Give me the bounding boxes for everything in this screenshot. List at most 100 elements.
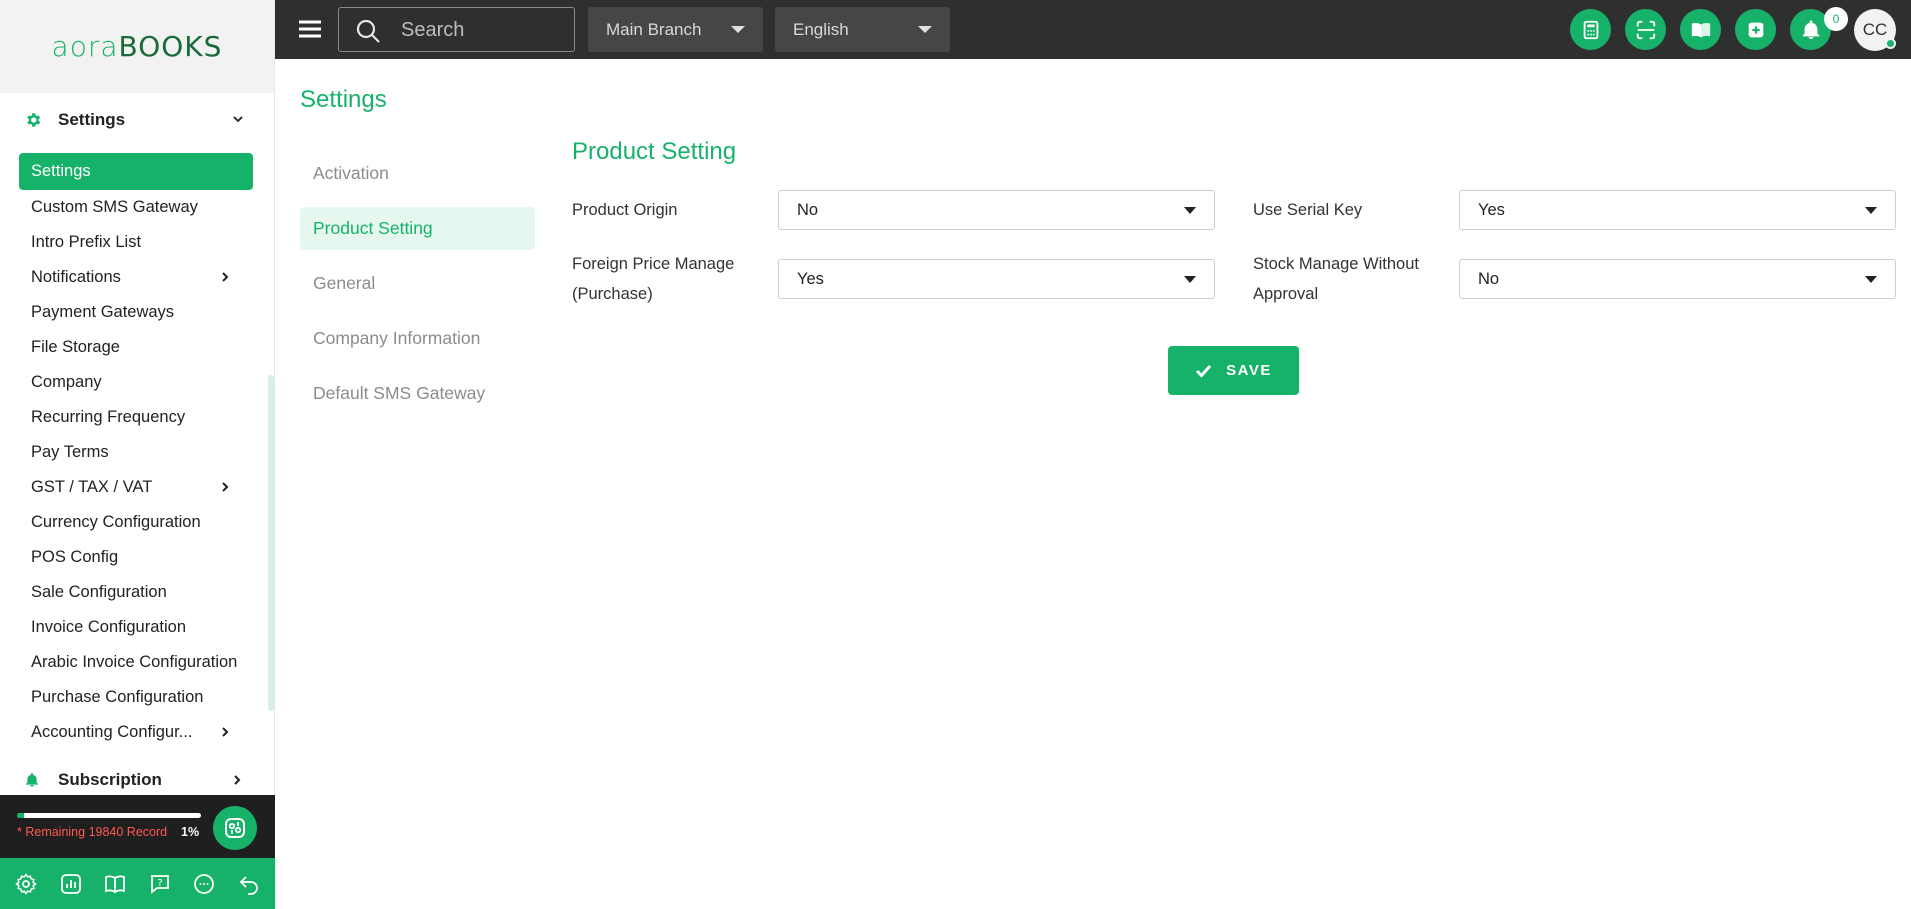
subnav-item-general[interactable]: General	[300, 262, 535, 305]
foreign-price-manage-select[interactable]: Yes	[778, 259, 1215, 299]
usage-progress-bar	[17, 813, 201, 818]
upgrade-button[interactable]	[213, 806, 257, 850]
layers-icon	[225, 818, 245, 838]
sidebar-item-intro-prefix-list[interactable]: Intro Prefix List	[19, 225, 253, 260]
sidebar-item-label: Purchase Configuration	[31, 688, 204, 706]
logo-text-part1: aora	[51, 30, 119, 63]
sidebar-item-label: Invoice Configuration	[31, 618, 187, 636]
sidebar-item-company[interactable]: Company	[19, 365, 253, 400]
book-icon[interactable]	[103, 872, 127, 896]
sidebar-item-pay-terms[interactable]: Pay Terms	[19, 435, 253, 470]
sidebar-item-label: Intro Prefix List	[31, 233, 142, 251]
bell-icon	[26, 773, 38, 787]
foreign-price-manage-value: Yes	[797, 270, 824, 288]
search-icon	[356, 19, 380, 43]
gear-icon	[27, 113, 41, 127]
stock-manage-value: No	[1478, 270, 1500, 288]
avatar[interactable]: CC	[1854, 9, 1896, 51]
sidebar-item-notifications[interactable]: Notifications	[19, 260, 253, 295]
label-line: Stock Manage Without	[1253, 255, 1419, 273]
product-origin-label: Product Origin	[572, 201, 678, 219]
branch-select-value: Main Branch	[606, 20, 702, 39]
sidebar-item-file-storage[interactable]: File Storage	[19, 330, 253, 365]
branch-select[interactable]: Main Branch	[588, 7, 763, 52]
subnav-item-company-information[interactable]: Company Information	[300, 317, 535, 360]
chevron-right-icon	[234, 775, 241, 785]
use-serial-key-label: Use Serial Key	[1253, 201, 1363, 219]
product-origin-select[interactable]: No	[778, 190, 1215, 230]
caret-down-icon	[918, 26, 932, 33]
settings-menu: Settings Custom SMS Gateway Intro Prefix…	[19, 153, 253, 750]
sidebar-item-settings[interactable]: Settings	[19, 153, 253, 190]
sidebar-item-label: POS Config	[31, 548, 119, 566]
sidebar-item-label: Arabic Invoice Configuration	[31, 653, 238, 671]
subscription-section-header[interactable]: Subscription	[0, 761, 275, 799]
sidebar-item-currency-configuration[interactable]: Currency Configuration	[19, 505, 253, 540]
sidebar-item-label: GST / TAX / VAT	[31, 478, 153, 496]
settings-subnav: Activation Product Setting General Compa…	[300, 152, 535, 427]
sidebar-item-label: File Storage	[31, 338, 120, 356]
usage-percent: 1%	[181, 825, 200, 839]
back-icon[interactable]	[237, 872, 261, 896]
sidebar-item-payment-gateways[interactable]: Payment Gateways	[19, 295, 253, 330]
calculator-icon	[1583, 20, 1598, 39]
sidebar-item-gst-tax-vat[interactable]: GST / TAX / VAT	[19, 470, 253, 505]
sidebar-item-label: Accounting Configur...	[31, 723, 193, 741]
save-button[interactable]: SAVE	[1168, 346, 1299, 395]
sidebar-bottom-bar: ?	[0, 858, 275, 909]
sidebar-item-label: Settings	[31, 162, 91, 180]
sidebar-item-accounting-configuration[interactable]: Accounting Configur...	[19, 715, 253, 750]
language-select-value: English	[793, 20, 849, 39]
sidebar-item-invoice-configuration[interactable]: Invoice Configuration	[19, 610, 253, 645]
caret-down-icon	[1184, 276, 1196, 283]
hamburger-menu-icon[interactable]	[299, 19, 321, 39]
bell-icon	[1802, 19, 1819, 39]
book-button[interactable]	[1680, 9, 1721, 50]
chat-icon[interactable]	[192, 872, 216, 896]
settings-icon[interactable]	[14, 872, 38, 896]
sidebar-item-sale-configuration[interactable]: Sale Configuration	[19, 575, 253, 610]
scan-button[interactable]	[1625, 9, 1666, 50]
subnav-item-activation[interactable]: Activation	[300, 152, 535, 195]
subnav-item-default-sms-gateway[interactable]: Default SMS Gateway	[300, 372, 535, 415]
sidebar-item-arabic-invoice-configuration[interactable]: Arabic Invoice Configuration	[19, 645, 253, 680]
calculator-button[interactable]	[1570, 9, 1611, 50]
chevron-right-icon	[222, 272, 229, 282]
use-serial-key-value: Yes	[1478, 201, 1505, 219]
caret-down-icon	[1184, 207, 1196, 214]
foreign-price-manage-label: Foreign Price Manage (Purchase)	[572, 249, 734, 309]
label-line: Foreign Price Manage	[572, 255, 735, 273]
settings-section-header[interactable]: Settings	[0, 100, 275, 140]
sidebar-item-label: Custom SMS Gateway	[31, 198, 198, 216]
chevron-down-icon	[233, 116, 243, 123]
add-button[interactable]	[1735, 9, 1776, 50]
search-box[interactable]	[338, 7, 575, 52]
sidebar-item-label: Notifications	[31, 268, 121, 286]
usage-panel: * Remaining 19840 Record 1%	[0, 795, 275, 858]
logo-area: aoraBOOKS	[0, 0, 274, 93]
sidebar-item-label: Currency Configuration	[31, 513, 201, 531]
help-icon[interactable]: ?	[148, 872, 172, 896]
section-title: Subscription	[58, 770, 162, 789]
stock-manage-without-approval-label: Stock Manage Without Approval	[1253, 249, 1419, 309]
chevron-right-icon	[222, 482, 229, 492]
report-icon[interactable]	[59, 872, 83, 896]
stock-manage-without-approval-select[interactable]: No	[1459, 259, 1896, 299]
use-serial-key-select[interactable]: Yes	[1459, 190, 1896, 230]
language-select[interactable]: English	[775, 7, 950, 52]
sidebar-item-label: Pay Terms	[31, 443, 109, 461]
app-logo[interactable]: aoraBOOKS	[52, 30, 223, 63]
sidebar-scrollbar[interactable]	[268, 375, 274, 711]
sidebar-item-pos-config[interactable]: POS Config	[19, 540, 253, 575]
scan-icon	[1636, 20, 1655, 39]
online-status-dot	[1885, 38, 1896, 49]
sidebar-item-purchase-configuration[interactable]: Purchase Configuration	[19, 680, 253, 715]
sidebar-item-custom-sms-gateway[interactable]: Custom SMS Gateway	[19, 190, 253, 225]
product-origin-value: No	[797, 201, 819, 219]
caret-down-icon	[1865, 207, 1877, 214]
subnav-item-product-setting[interactable]: Product Setting	[300, 207, 535, 250]
sidebar-item-recurring-frequency[interactable]: Recurring Frequency	[19, 400, 253, 435]
search-input[interactable]	[401, 16, 561, 44]
notification-badge: 0	[1824, 7, 1848, 31]
save-button-label: SAVE	[1226, 362, 1272, 379]
